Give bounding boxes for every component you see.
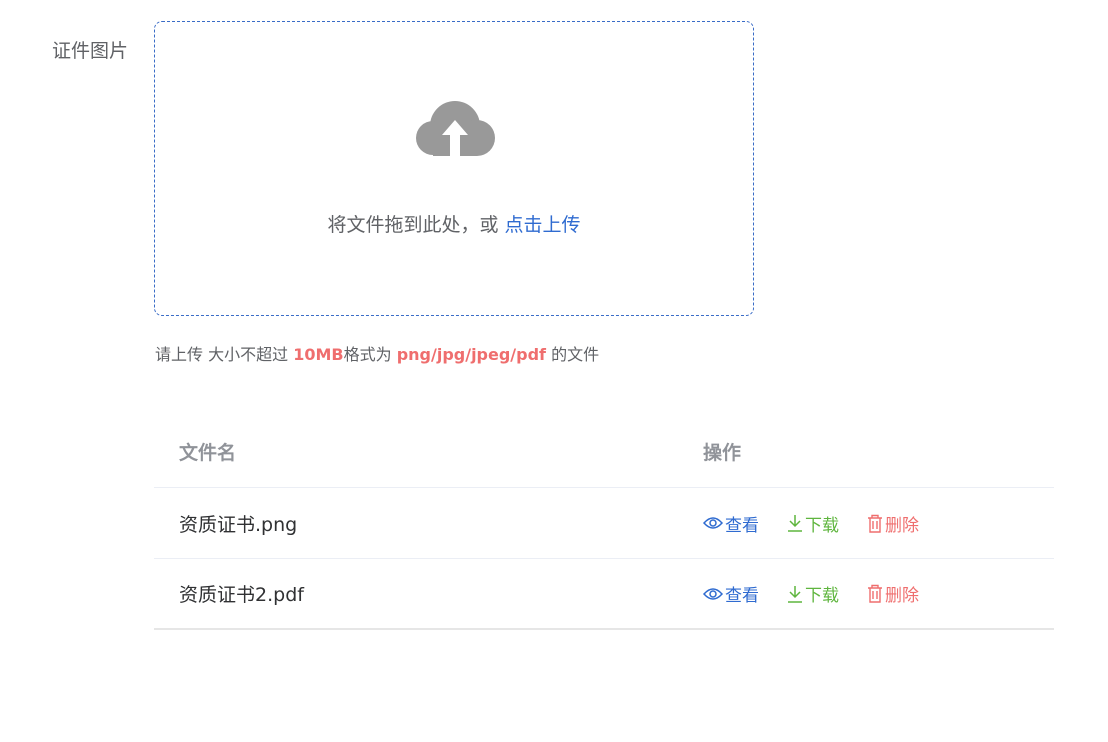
form-label-certificate: 证件图片 <box>52 40 129 62</box>
download-icon <box>788 515 802 532</box>
tip-text-2: 格式为 <box>343 345 392 364</box>
download-button[interactable]: 下载 <box>787 511 839 536</box>
tip-formats: png/jpg/jpeg/pdf <box>396 345 547 364</box>
tip-text-1: 请上传 大小不超过 <box>155 345 289 364</box>
upload-drop-zone[interactable]: 将文件拖到此处，或 点击上传 <box>154 21 754 316</box>
file-table: 文件名 操作 资质证书.png 查看 下载 删除 资质证书2.pdf 查看 下载… <box>154 416 1054 630</box>
header-actions: 操作 <box>703 442 742 464</box>
view-button[interactable]: 查看 <box>703 581 759 606</box>
table-header: 文件名 操作 <box>154 416 1054 488</box>
upload-drag-text: 将文件拖到此处，或 <box>327 214 499 236</box>
view-label: 查看 <box>725 515 759 536</box>
eye-icon <box>703 517 723 529</box>
upload-tip: 请上传 大小不超过 10MB格式为 png/jpg/jpeg/pdf 的文件 <box>155 343 599 367</box>
download-icon <box>788 585 802 603</box>
delete-button[interactable]: 删除 <box>867 511 919 536</box>
cloud-upload-icon <box>416 101 495 158</box>
table-row: 资质证书2.pdf 查看 下载 删除 <box>154 559 1054 630</box>
delete-label: 删除 <box>885 515 919 536</box>
view-label: 查看 <box>725 586 759 606</box>
click-upload-link[interactable]: 点击上传 <box>505 214 581 236</box>
eye-icon <box>703 587 723 600</box>
delete-label: 删除 <box>885 586 919 606</box>
table-row: 资质证书.png 查看 下载 删除 <box>154 488 1054 559</box>
tip-text-3: 的文件 <box>551 345 600 364</box>
tip-size-limit: 10MB <box>293 345 344 364</box>
download-label: 下载 <box>805 586 839 606</box>
view-button[interactable]: 查看 <box>703 511 759 536</box>
upload-hint: 将文件拖到此处，或 点击上传 <box>155 211 753 239</box>
download-button[interactable]: 下载 <box>787 581 839 606</box>
page: 证件图片 将文件拖到此处，或 点击上传 请上传 大小不超过 10MB格式为 pn… <box>0 0 1108 742</box>
row-actions: 查看 下载 删除 <box>679 511 1054 536</box>
file-name: 资质证书.png <box>179 513 298 536</box>
trash-icon <box>868 514 882 533</box>
trash-icon <box>868 584 882 603</box>
row-actions: 查看 下载 删除 <box>679 581 1054 606</box>
file-name: 资质证书2.pdf <box>179 584 304 606</box>
delete-button[interactable]: 删除 <box>867 581 919 606</box>
download-label: 下载 <box>805 515 839 536</box>
header-filename: 文件名 <box>179 442 237 464</box>
